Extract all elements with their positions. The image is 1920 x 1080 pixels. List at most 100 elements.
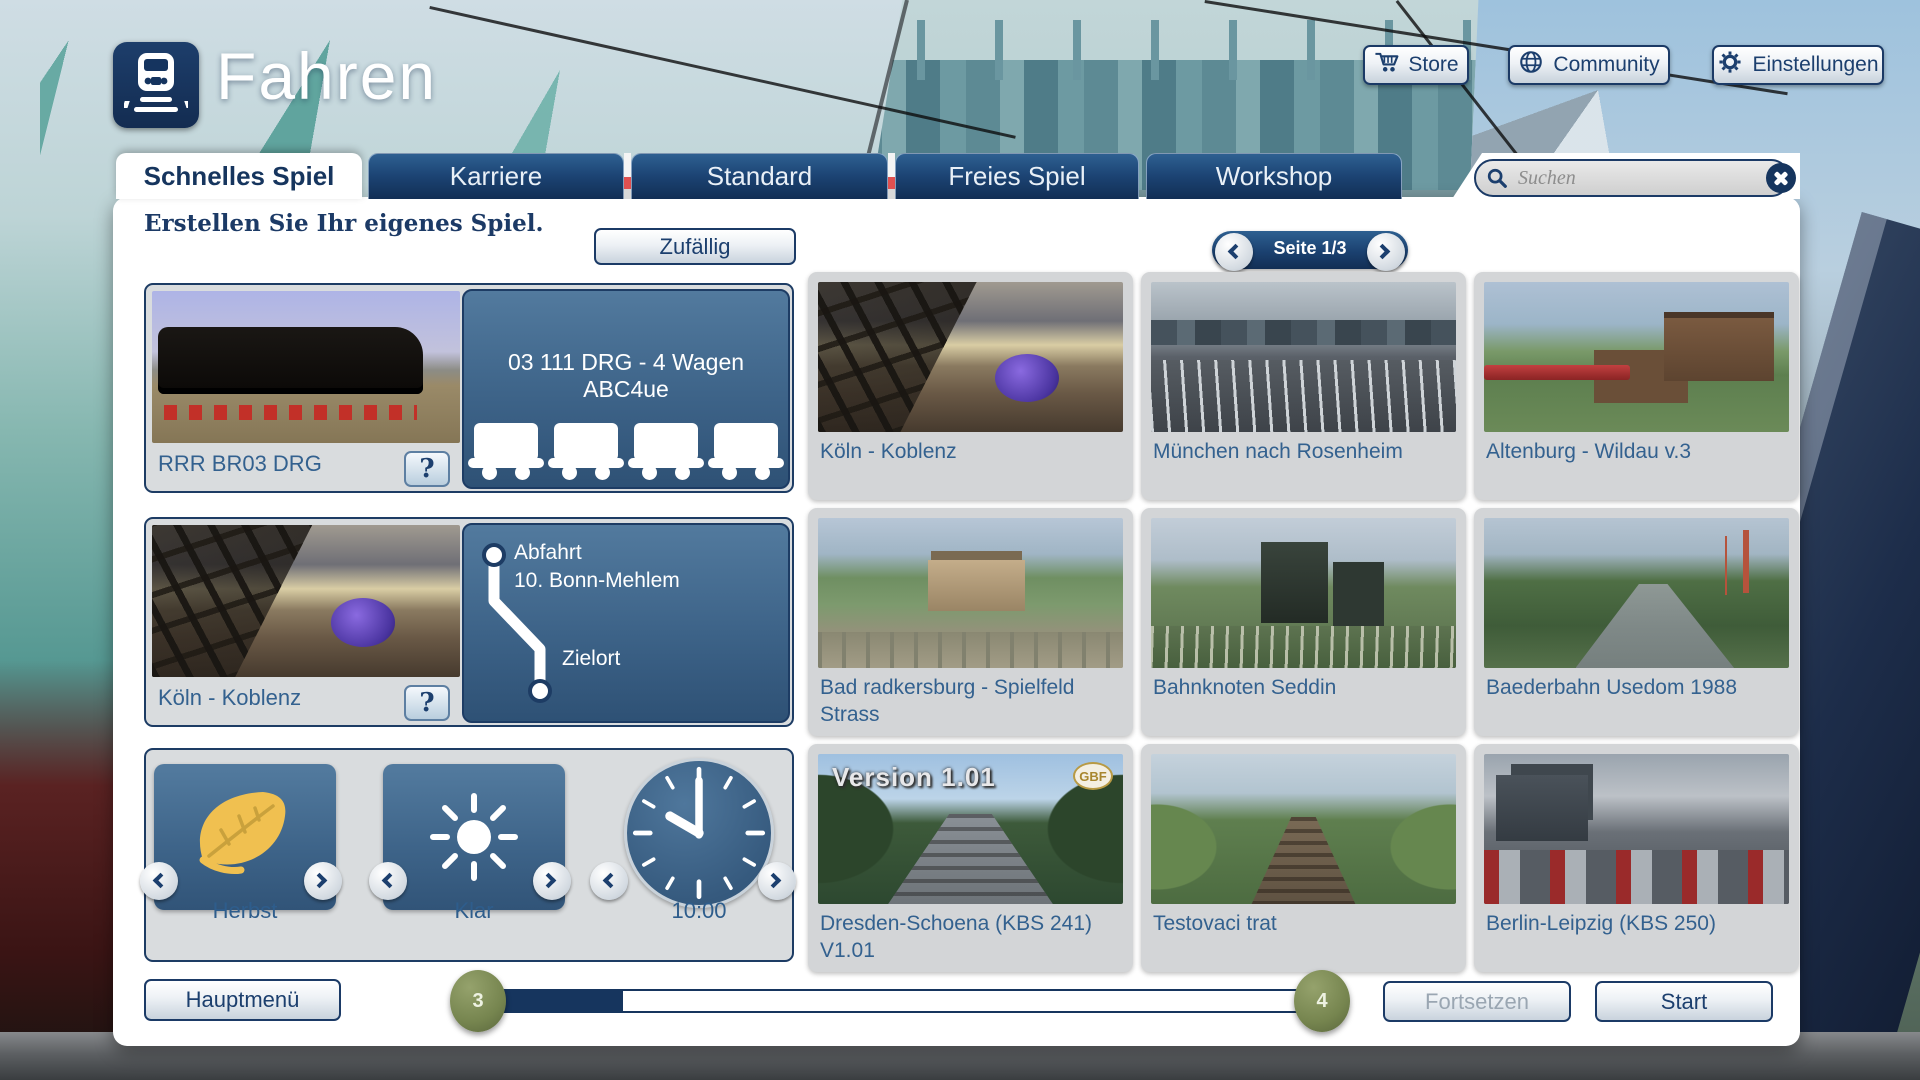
scenario-thumbnail [1484,282,1789,432]
terminus-image [1484,754,1789,904]
scenario-title: München nach Rosenheim [1153,438,1456,465]
setup-progress-bar [478,989,1322,1013]
tab-label: Schnelles Spiel [144,161,335,192]
settings-label: Einstellungen [1752,53,1878,77]
gear-icon [1717,49,1743,81]
station-image [818,518,1123,668]
search-box [1474,159,1790,197]
time-prev-button[interactable] [590,862,628,900]
time-value: 10:00 [608,898,790,924]
season-prev-button[interactable] [140,862,178,900]
tab-standard[interactable]: Standard [631,153,888,199]
continue-button[interactable]: Fortsetzen [1383,981,1571,1022]
tab-schnelles-spiel[interactable]: Schnelles Spiel [116,153,362,199]
departure-label: Abfahrt [514,541,582,565]
tab-workshop[interactable]: Workshop [1146,153,1402,199]
consist-panel[interactable]: 03 111 DRG - 4 Wagen ABC4ue [462,289,790,489]
step-next-badge: 4 [1294,970,1350,1032]
steam-loco-image [152,291,460,443]
weather-prev-button[interactable] [369,862,407,900]
main-menu-label: Hauptmenü [186,987,300,1013]
chevron-left-icon [603,873,619,889]
start-label: Start [1661,989,1707,1015]
season-next-button[interactable] [304,862,342,900]
scenario-card[interactable]: Testovaci trat [1141,744,1466,972]
single-track-image [1151,754,1456,904]
bridge-image [818,282,1123,432]
page-title: Fahren [216,38,437,114]
wagon-icon [634,423,698,461]
route-map-panel[interactable]: Abfahrt 10. Bonn-Mehlem Zielort [462,523,790,723]
scenario-card[interactable]: Köln - Koblenz [808,272,1133,500]
store-button[interactable]: Store [1363,45,1469,85]
chevron-right-icon [312,873,328,889]
scenario-title: Testovaci trat [1153,910,1456,937]
railyard-image [1151,282,1456,432]
settings-button[interactable]: Einstellungen [1712,45,1884,85]
search-icon [1486,167,1508,189]
store-label: Store [1408,53,1458,77]
scenario-card[interactable]: Version 1.01 GBF Dresden-Schoena (KBS 24… [808,744,1133,972]
page-next-button[interactable] [1367,233,1405,271]
scenario-card[interactable]: Bahnknoten Seddin [1141,508,1466,736]
destination-label: Zielort [562,647,620,671]
tab-karriere[interactable]: Karriere [368,153,624,199]
tab-label: Freies Spiel [948,161,1085,192]
scenario-title: Köln - Koblenz [820,438,1123,465]
scenario-title: Altenburg - Wildau v.3 [1486,438,1789,465]
scenario-card[interactable]: Bad radkersburg - Spielfeld Strass [808,508,1133,736]
time-tile[interactable] [624,758,774,908]
time-next-button[interactable] [758,862,796,900]
scenario-thumbnail [1484,754,1789,904]
scenario-title: Bad radkersburg - Spielfeld Strass [820,674,1123,728]
screen: Fahren Store Community [0,0,1920,1080]
weather-next-button[interactable] [533,862,571,900]
chevron-right-icon [766,873,782,889]
scenario-title: Baederbahn Usedom 1988 [1486,674,1789,701]
scenario-card[interactable]: Altenburg - Wildau v.3 [1474,272,1799,500]
clear-search-icon[interactable] [1766,163,1796,193]
start-button[interactable]: Start [1595,981,1773,1022]
conditions-panel: Herbst Klar 10:00 [144,748,794,962]
scenario-card[interactable]: München nach Rosenheim [1141,272,1466,500]
season-value: Herbst [154,898,336,924]
junction-image [1151,518,1456,668]
bridge-image [152,525,460,677]
scenario-title: Bahnknoten Seddin [1153,674,1456,701]
community-button[interactable]: Community [1508,45,1670,85]
step-current-badge: 3 [450,970,506,1032]
tab-label: Workshop [1216,161,1333,192]
scenario-card[interactable]: Baederbahn Usedom 1988 [1474,508,1799,736]
consist-name: 03 111 DRG - 4 Wagen ABC4ue [464,349,788,403]
version-overlay: Version 1.01 [832,762,996,793]
route-name: Köln - Koblenz [158,685,301,711]
search-input[interactable] [1516,166,1766,191]
random-button[interactable]: Zufällig [594,228,796,265]
tab-label: Karriere [450,161,542,192]
scenario-card[interactable]: Berlin-Leipzig (KBS 250) [1474,744,1799,972]
station-image [1484,282,1789,432]
cart-icon [1373,49,1399,81]
wagon-icon [554,423,618,461]
forest-track-image [1484,518,1789,668]
chevron-right-icon [1375,244,1391,260]
sun-icon [419,782,529,892]
scenario-thumbnail [818,518,1123,668]
route-help-button[interactable]: ? [404,685,450,721]
tab-freies-spiel[interactable]: Freies Spiel [895,153,1139,199]
engine-selection-card[interactable]: RRR BR03 DRG ? 03 111 DRG - 4 Wagen ABC4… [144,283,794,493]
leaf-icon [185,782,305,892]
app-logo [113,42,199,128]
pagination: Seite 1/3 [1212,231,1408,269]
chevron-left-icon [153,873,169,889]
route-selection-card[interactable]: Köln - Koblenz ? Abfahrt 10. Bonn-Mehlem… [144,517,794,727]
tab-label: Standard [707,161,813,192]
scenario-thumbnail [1151,282,1456,432]
engine-help-button[interactable]: ? [404,451,450,487]
main-menu-button[interactable]: Hauptmenü [144,979,341,1021]
globe-icon [1518,49,1544,81]
route-thumbnail [152,525,460,677]
scenario-title: Dresden-Schoena (KBS 241) V1.01 [820,910,1123,964]
scenario-thumbnail: Version 1.01 GBF [818,754,1123,904]
departure-station: 10. Bonn-Mehlem [514,569,680,593]
